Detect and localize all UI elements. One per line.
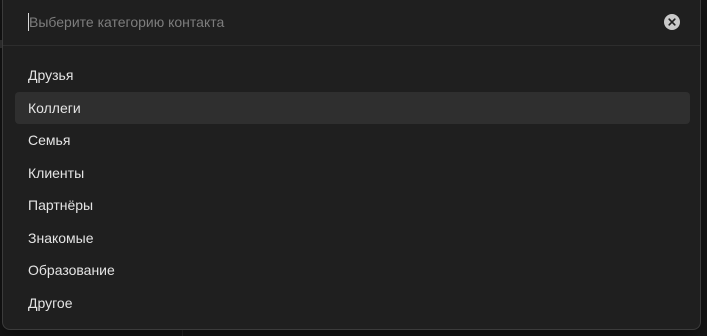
category-search-input[interactable] <box>27 10 629 34</box>
category-option[interactable]: Семья <box>15 124 690 157</box>
close-icon <box>668 18 676 26</box>
search-row <box>3 0 700 46</box>
category-option[interactable]: Коллеги <box>15 91 690 124</box>
category-picker: Друзья Коллеги Семья Клиенты Партнёры Зн… <box>2 0 701 330</box>
clear-button[interactable] <box>664 14 680 30</box>
category-list: Друзья Коллеги Семья Клиенты Партнёры Зн… <box>15 59 690 319</box>
category-option[interactable]: Знакомые <box>15 222 690 255</box>
category-option[interactable]: Другое <box>15 287 690 320</box>
text-caret <box>28 13 29 31</box>
category-option[interactable]: Клиенты <box>15 157 690 190</box>
category-option[interactable]: Образование <box>15 254 690 287</box>
category-option[interactable]: Партнёры <box>15 189 690 222</box>
category-option[interactable]: Друзья <box>15 59 690 92</box>
